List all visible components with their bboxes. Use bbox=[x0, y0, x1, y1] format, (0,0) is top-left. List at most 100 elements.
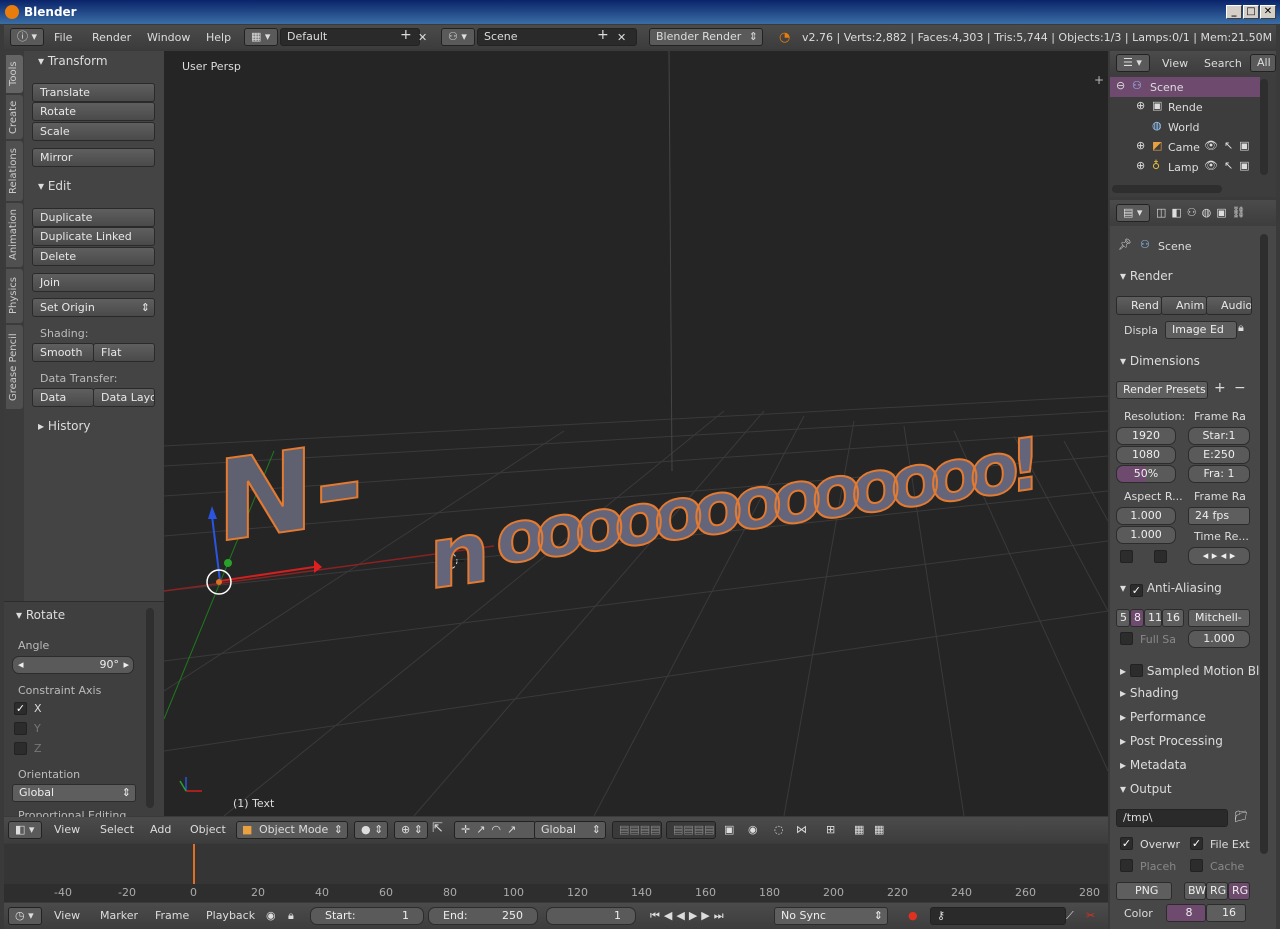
axis-y-checkbox[interactable] bbox=[14, 722, 27, 735]
lock-layers-icon[interactable]: ▣ bbox=[724, 823, 734, 836]
color-depth-16-option[interactable]: 16 bbox=[1206, 904, 1246, 922]
resolution-x-field[interactable]: 1920 bbox=[1116, 427, 1176, 445]
filter-size-field[interactable]: 1.000 bbox=[1188, 630, 1250, 648]
color-depth-8-option[interactable]: 8 bbox=[1166, 904, 1206, 922]
properties-context-tabs[interactable]: ◫◧⚇◍▣⛓ bbox=[1156, 206, 1251, 219]
tab-create[interactable]: Create bbox=[6, 95, 23, 139]
output-path-field[interactable]: /tmp\ bbox=[1116, 809, 1228, 827]
aa-16-option[interactable]: 16 bbox=[1162, 609, 1184, 627]
layers-grid-a[interactable]: ▤▤▤▤ bbox=[612, 821, 662, 839]
render-animation-icon[interactable]: ▦ bbox=[874, 823, 884, 836]
current-frame-line[interactable] bbox=[193, 844, 195, 884]
history-panel-header[interactable]: ▸ History bbox=[38, 419, 91, 433]
text-object-3d[interactable]: N- n ooooooooooooo! bbox=[215, 417, 1033, 611]
menu-view[interactable]: View bbox=[54, 823, 80, 836]
manipulator-buttons[interactable]: ✛↗◠↗ bbox=[454, 821, 536, 839]
color-rgba-option[interactable]: RG bbox=[1228, 882, 1250, 900]
frame-step-field[interactable]: Fra: 1 bbox=[1188, 465, 1250, 483]
performance-section-header[interactable]: ▸ Performance bbox=[1120, 710, 1206, 724]
resolution-percent-slider[interactable]: 50% bbox=[1116, 465, 1176, 483]
menu-render[interactable]: Render bbox=[92, 29, 131, 46]
shading-section-header[interactable]: ▸ Shading bbox=[1120, 686, 1179, 700]
minimize-icon[interactable]: _ bbox=[1226, 5, 1242, 19]
crop-checkbox[interactable] bbox=[1154, 550, 1167, 563]
add-preset-icon[interactable]: + bbox=[1214, 380, 1226, 396]
color-bw-option[interactable]: BW bbox=[1184, 882, 1206, 900]
outliner-item-camera[interactable]: Came bbox=[1168, 141, 1200, 154]
audio-button[interactable]: Audio bbox=[1206, 296, 1252, 315]
edit-panel-header[interactable]: ▾ Edit bbox=[38, 179, 71, 193]
outliner-menu-view[interactable]: View bbox=[1162, 57, 1188, 70]
outliner-hscrollbar[interactable] bbox=[1112, 185, 1222, 193]
menu-object[interactable]: Object bbox=[190, 823, 226, 836]
menu-frame[interactable]: Frame bbox=[155, 909, 189, 922]
render-animation-button[interactable]: Anim bbox=[1161, 296, 1207, 315]
mode-select[interactable]: ■ Object Mode ⇕ bbox=[236, 821, 348, 839]
frame-start-field[interactable]: Star:1 bbox=[1188, 427, 1250, 445]
add-scene-icon[interactable]: + bbox=[597, 27, 609, 44]
axis-z-checkbox[interactable] bbox=[14, 742, 27, 755]
shading-mode-icon[interactable]: ● ⇕ bbox=[354, 821, 388, 839]
visibility-toggles[interactable]: 👁︎↖▣ bbox=[1204, 139, 1256, 152]
keying-icon[interactable]: ◉ bbox=[266, 909, 276, 922]
placeholders-checkbox[interactable] bbox=[1120, 859, 1133, 872]
lock-icon[interactable]: 🔒︎ bbox=[288, 909, 294, 923]
aa-filter-select[interactable]: Mitchell- bbox=[1188, 609, 1250, 627]
editor-type-3d-icon[interactable]: ◧ ▾ bbox=[8, 821, 42, 839]
render-section-header[interactable]: ▾ Render bbox=[1120, 269, 1173, 283]
time-remap-field[interactable]: ◂ ▸ ◂ ▸ bbox=[1188, 547, 1250, 565]
expand-icon[interactable]: ⊕ bbox=[1136, 139, 1145, 152]
tab-tools[interactable]: Tools bbox=[6, 55, 23, 93]
file-extensions-checkbox[interactable]: ✓ bbox=[1190, 837, 1203, 850]
duplicate-button[interactable]: Duplicate bbox=[32, 208, 155, 227]
orientation-select[interactable]: Global ⇕ bbox=[12, 784, 136, 802]
outliner-item-renderlayers[interactable]: Rende bbox=[1168, 101, 1203, 114]
resolution-y-field[interactable]: 1080 bbox=[1116, 446, 1176, 464]
outliner-filter-select[interactable]: All bbox=[1250, 54, 1276, 72]
dimensions-section-header[interactable]: ▾ Dimensions bbox=[1120, 354, 1200, 368]
playback-controls[interactable]: ⏮◀◀▶▶⏭ bbox=[650, 909, 728, 923]
translate-button[interactable]: Translate bbox=[32, 83, 155, 102]
cache-result-checkbox[interactable] bbox=[1190, 859, 1203, 872]
pivot-point-icon[interactable]: ⊕ ⇕ bbox=[394, 821, 428, 839]
smooth-button[interactable]: Smooth bbox=[32, 343, 94, 362]
data-transfer-button[interactable]: Data bbox=[32, 388, 94, 407]
gizmo-x-arrow[interactable] bbox=[219, 566, 315, 582]
render-opengl-icon[interactable]: ▦ bbox=[854, 823, 864, 836]
menu-window[interactable]: Window bbox=[147, 29, 190, 46]
delete-keyframe-icon[interactable]: ✂ bbox=[1086, 909, 1095, 922]
folder-icon[interactable]: 📁︎ bbox=[1234, 810, 1248, 823]
render-presets-select[interactable]: Render Presets bbox=[1116, 381, 1208, 399]
output-section-header[interactable]: ▾ Output bbox=[1120, 782, 1172, 796]
fps-select[interactable]: 24 fps bbox=[1188, 507, 1250, 525]
editor-type-outliner-icon[interactable]: ☰ ▾ bbox=[1116, 54, 1150, 72]
outliner-item-lamp[interactable]: Lamp bbox=[1168, 161, 1199, 174]
motion-blur-checkbox[interactable] bbox=[1129, 664, 1143, 677]
menu-view[interactable]: View bbox=[54, 909, 80, 922]
full-sample-checkbox[interactable] bbox=[1120, 632, 1133, 645]
proportional-edit-icon[interactable]: ◌ bbox=[774, 823, 784, 836]
pin-icon[interactable]: 📌︎ bbox=[1118, 238, 1132, 251]
delete-button[interactable]: Delete bbox=[32, 247, 155, 266]
overwrite-checkbox[interactable]: ✓ bbox=[1120, 837, 1133, 850]
lock-icon[interactable]: 🔒︎ bbox=[1238, 321, 1244, 335]
snap-icon[interactable]: ⋈ bbox=[796, 823, 807, 836]
menu-select[interactable]: Select bbox=[100, 823, 134, 836]
expand-icon[interactable]: ⊕ bbox=[1136, 99, 1145, 112]
scale-button[interactable]: Scale bbox=[32, 122, 155, 141]
scene-field[interactable]: Scene bbox=[477, 28, 637, 46]
menu-help[interactable]: Help bbox=[206, 29, 231, 46]
region-toggle-plus-icon[interactable]: + bbox=[1094, 73, 1104, 87]
keying-set-field[interactable]: ⚷ bbox=[930, 907, 1066, 925]
flat-button[interactable]: Flat bbox=[93, 343, 155, 362]
set-origin-select[interactable]: Set Origin ⇕ bbox=[32, 298, 155, 317]
visibility-toggles[interactable]: 👁︎↖▣ bbox=[1204, 159, 1256, 172]
close-icon[interactable]: ✕ bbox=[1260, 5, 1276, 19]
tab-animation[interactable]: Animation bbox=[6, 203, 23, 267]
rotate-operator-header[interactable]: ▾ Rotate bbox=[16, 608, 65, 622]
gizmo-x-arrow-head-icon[interactable] bbox=[314, 560, 322, 573]
timeline[interactable]: -40 -20 0 20 40 60 80 100 120 140 160 18… bbox=[4, 844, 1108, 902]
outliner-menu-search[interactable]: Search bbox=[1204, 57, 1242, 70]
anti-aliasing-checkbox[interactable]: ✓ bbox=[1129, 584, 1143, 597]
border-checkbox[interactable] bbox=[1120, 550, 1133, 563]
